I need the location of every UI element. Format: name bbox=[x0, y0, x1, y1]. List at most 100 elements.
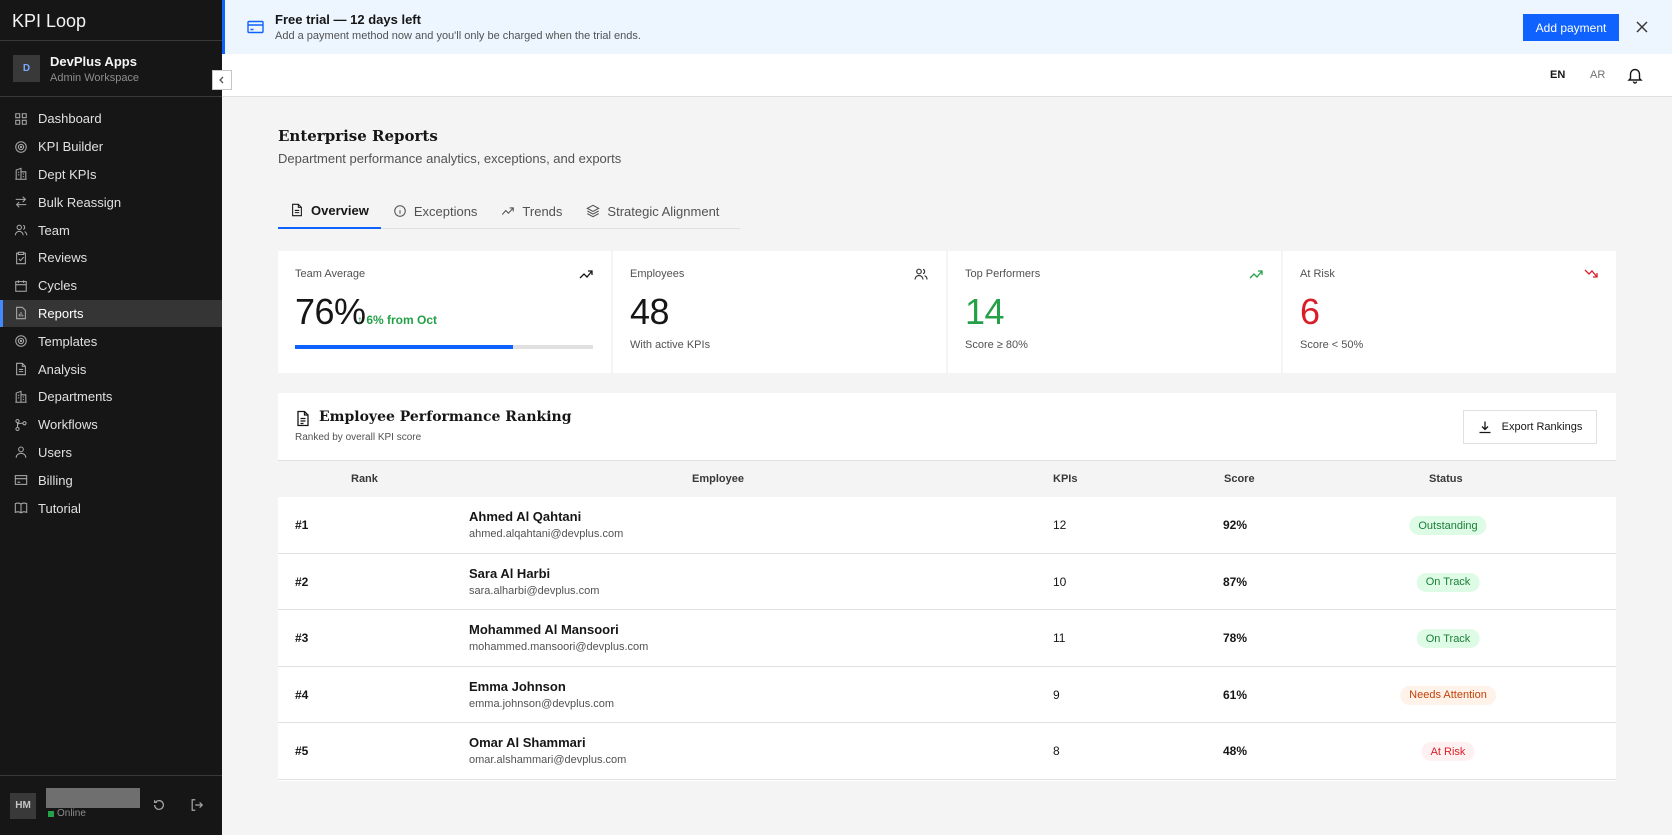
kpis-cell: 8 bbox=[1053, 744, 1060, 758]
kpis-cell: 11 bbox=[1053, 631, 1066, 645]
dashboard-icon bbox=[14, 112, 28, 126]
sidebar-item-kpi-builder[interactable]: KPI Builder bbox=[0, 133, 222, 161]
online-dot bbox=[48, 810, 54, 817]
tab-exceptions[interactable]: Exceptions bbox=[381, 193, 490, 229]
table-row[interactable]: #3 Mohammed Al Mansoori mohammed.mansoori@… bbox=[278, 610, 1616, 667]
kpi-label: Employees bbox=[630, 268, 685, 280]
table-row[interactable]: #5 Omar Al Shammari omar.alshammari@devplu… bbox=[278, 723, 1616, 780]
sidebar-item-label: Cycles bbox=[38, 278, 78, 294]
team-average-progress bbox=[295, 345, 593, 349]
tab-strategic-alignment[interactable]: Strategic Alignment bbox=[574, 193, 731, 229]
workspace-subtitle: Admin Workspace bbox=[50, 71, 140, 84]
swap-icon bbox=[14, 195, 28, 209]
sidebar-item-label: Dept KPIs bbox=[38, 166, 97, 182]
kpi-note: Score < 50% bbox=[1300, 339, 1364, 351]
sidebar-item-departments[interactable]: Departments bbox=[0, 383, 222, 411]
table-header: Rank Employee KPIs Score Status bbox=[278, 461, 1616, 497]
tab-trends[interactable]: Trends bbox=[489, 193, 574, 229]
report-icon bbox=[14, 306, 28, 320]
sidebar-item-label: Billing bbox=[38, 472, 73, 488]
sidebar-item-label: Tutorial bbox=[38, 500, 81, 516]
sidebar-item-dashboard[interactable]: Dashboard bbox=[0, 105, 222, 133]
target-icon bbox=[14, 334, 28, 348]
kpis-cell: 9 bbox=[1053, 687, 1060, 702]
sidebar-item-label: Analysis bbox=[38, 361, 87, 377]
column-header-status: Status bbox=[1429, 473, 1463, 485]
trend-icon bbox=[501, 204, 515, 218]
sidebar-item-templates[interactable]: Templates bbox=[0, 327, 222, 355]
sidebar-item-reports[interactable]: Reports bbox=[0, 299, 222, 328]
collapse-sidebar-button[interactable] bbox=[212, 70, 232, 90]
page-title: Enterprise Reports bbox=[278, 127, 438, 145]
employee-email: sara.alharbi@devplus.com bbox=[469, 584, 600, 597]
sidebar-item-label: Team bbox=[38, 222, 70, 238]
layers-icon bbox=[586, 204, 601, 218]
column-header-kpis: KPIs bbox=[1053, 473, 1078, 485]
trend-down-icon bbox=[1584, 267, 1598, 281]
kpis-cell: 10 bbox=[1053, 574, 1067, 589]
table-row[interactable]: #1 Ahmed Al Qahtani ahmed.alqahtani@devplu… bbox=[278, 497, 1616, 554]
kpi-value: 76% bbox=[295, 291, 366, 332]
kpi-at-risk: At Risk 6 Score < 50% bbox=[1283, 251, 1616, 373]
document-icon bbox=[290, 203, 304, 217]
trial-banner: Free trial — 12 days left Add a payment … bbox=[222, 0, 1672, 54]
sidebar-item-label: Templates bbox=[38, 333, 98, 349]
language-ar-button[interactable]: AR bbox=[1590, 69, 1605, 81]
user-name-redacted bbox=[46, 787, 140, 808]
kpi-value: 48 bbox=[630, 291, 670, 332]
banner-text: Add a payment method now and you'll only… bbox=[275, 30, 641, 42]
export-rankings-button[interactable]: Export Rankings bbox=[1463, 410, 1597, 444]
sidebar-item-dept-kpis[interactable]: Dept KPIs bbox=[0, 161, 222, 189]
building-icon bbox=[14, 390, 28, 404]
refresh-icon[interactable] bbox=[152, 798, 166, 812]
logout-icon[interactable] bbox=[190, 798, 204, 812]
table-row[interactable]: #4 Emma Johnson emma.johnson@devplus.com 9 6… bbox=[278, 667, 1616, 723]
target-icon bbox=[14, 140, 28, 154]
book-icon bbox=[14, 501, 28, 515]
kpi-team-average: Team Average 76% ↑ 6% from Oct bbox=[278, 251, 611, 373]
ranking-table-body: #1 Ahmed Al Qahtani ahmed.alqahtani@devplu… bbox=[278, 497, 1616, 780]
status-badge: On Track bbox=[1416, 629, 1480, 648]
sidebar-item-reviews[interactable]: Reviews bbox=[0, 244, 222, 272]
sidebar-item-analysis[interactable]: Analysis bbox=[0, 355, 222, 383]
sidebar-item-bulk-reassign[interactable]: Bulk Reassign bbox=[0, 188, 222, 216]
document-icon bbox=[295, 410, 311, 427]
sidebar-item-team[interactable]: Team bbox=[0, 216, 222, 244]
language-en-button[interactable]: EN bbox=[1550, 69, 1565, 81]
user-status: Online bbox=[48, 808, 86, 819]
banner-title: Free trial — 12 days left bbox=[275, 12, 421, 27]
kpi-delta: ↑ 6% from Oct bbox=[357, 313, 438, 327]
sidebar-item-label: KPI Builder bbox=[38, 139, 104, 155]
sidebar-item-cycles[interactable]: Cycles bbox=[0, 272, 222, 300]
column-header-rank: Rank bbox=[351, 473, 378, 485]
rank-cell: #3 bbox=[295, 631, 309, 645]
sidebar-item-tutorial[interactable]: Tutorial bbox=[0, 494, 222, 522]
status-badge: Outstanding bbox=[1409, 516, 1487, 535]
tab-label: Overview bbox=[311, 202, 369, 218]
status-badge: Needs Attention bbox=[1400, 685, 1496, 705]
status-badge: At Risk bbox=[1421, 742, 1475, 761]
users-icon bbox=[14, 445, 28, 459]
bell-icon[interactable] bbox=[1626, 66, 1644, 84]
table-row[interactable]: #2 Sara Al Harbi sara.alharbi@devplus.com 1… bbox=[278, 554, 1616, 610]
score-cell: 87% bbox=[1223, 574, 1248, 589]
document-icon bbox=[14, 362, 28, 376]
employee-email: ahmed.alqahtani@devplus.com bbox=[469, 528, 624, 540]
progress-fill bbox=[295, 345, 513, 349]
sidebar-item-workflows[interactable]: Workflows bbox=[0, 411, 222, 439]
report-tabs: Overview Exceptions Trends Strategic Alignm… bbox=[278, 193, 740, 229]
workspace-switcher[interactable]: D DevPlus Apps Admin Workspace bbox=[0, 41, 222, 97]
sidebar-item-users[interactable]: Users bbox=[0, 439, 222, 467]
top-bar: EN AR bbox=[222, 54, 1672, 97]
employee-name: Omar Al Shammari bbox=[469, 735, 586, 750]
employee-email: emma.johnson@devplus.com bbox=[469, 697, 615, 710]
sidebar-item-billing[interactable]: Billing bbox=[0, 466, 222, 494]
add-payment-button[interactable]: Add payment bbox=[1523, 14, 1619, 41]
status-badge: On Track bbox=[1416, 572, 1480, 592]
tab-overview[interactable]: Overview bbox=[278, 193, 381, 229]
ranking-title: Employee Performance Ranking bbox=[319, 409, 572, 425]
avatar[interactable]: HM bbox=[10, 792, 36, 819]
user-status-label: Online bbox=[57, 808, 86, 819]
close-icon[interactable] bbox=[1635, 20, 1649, 34]
sidebar-item-label: Dashboard bbox=[38, 111, 102, 127]
